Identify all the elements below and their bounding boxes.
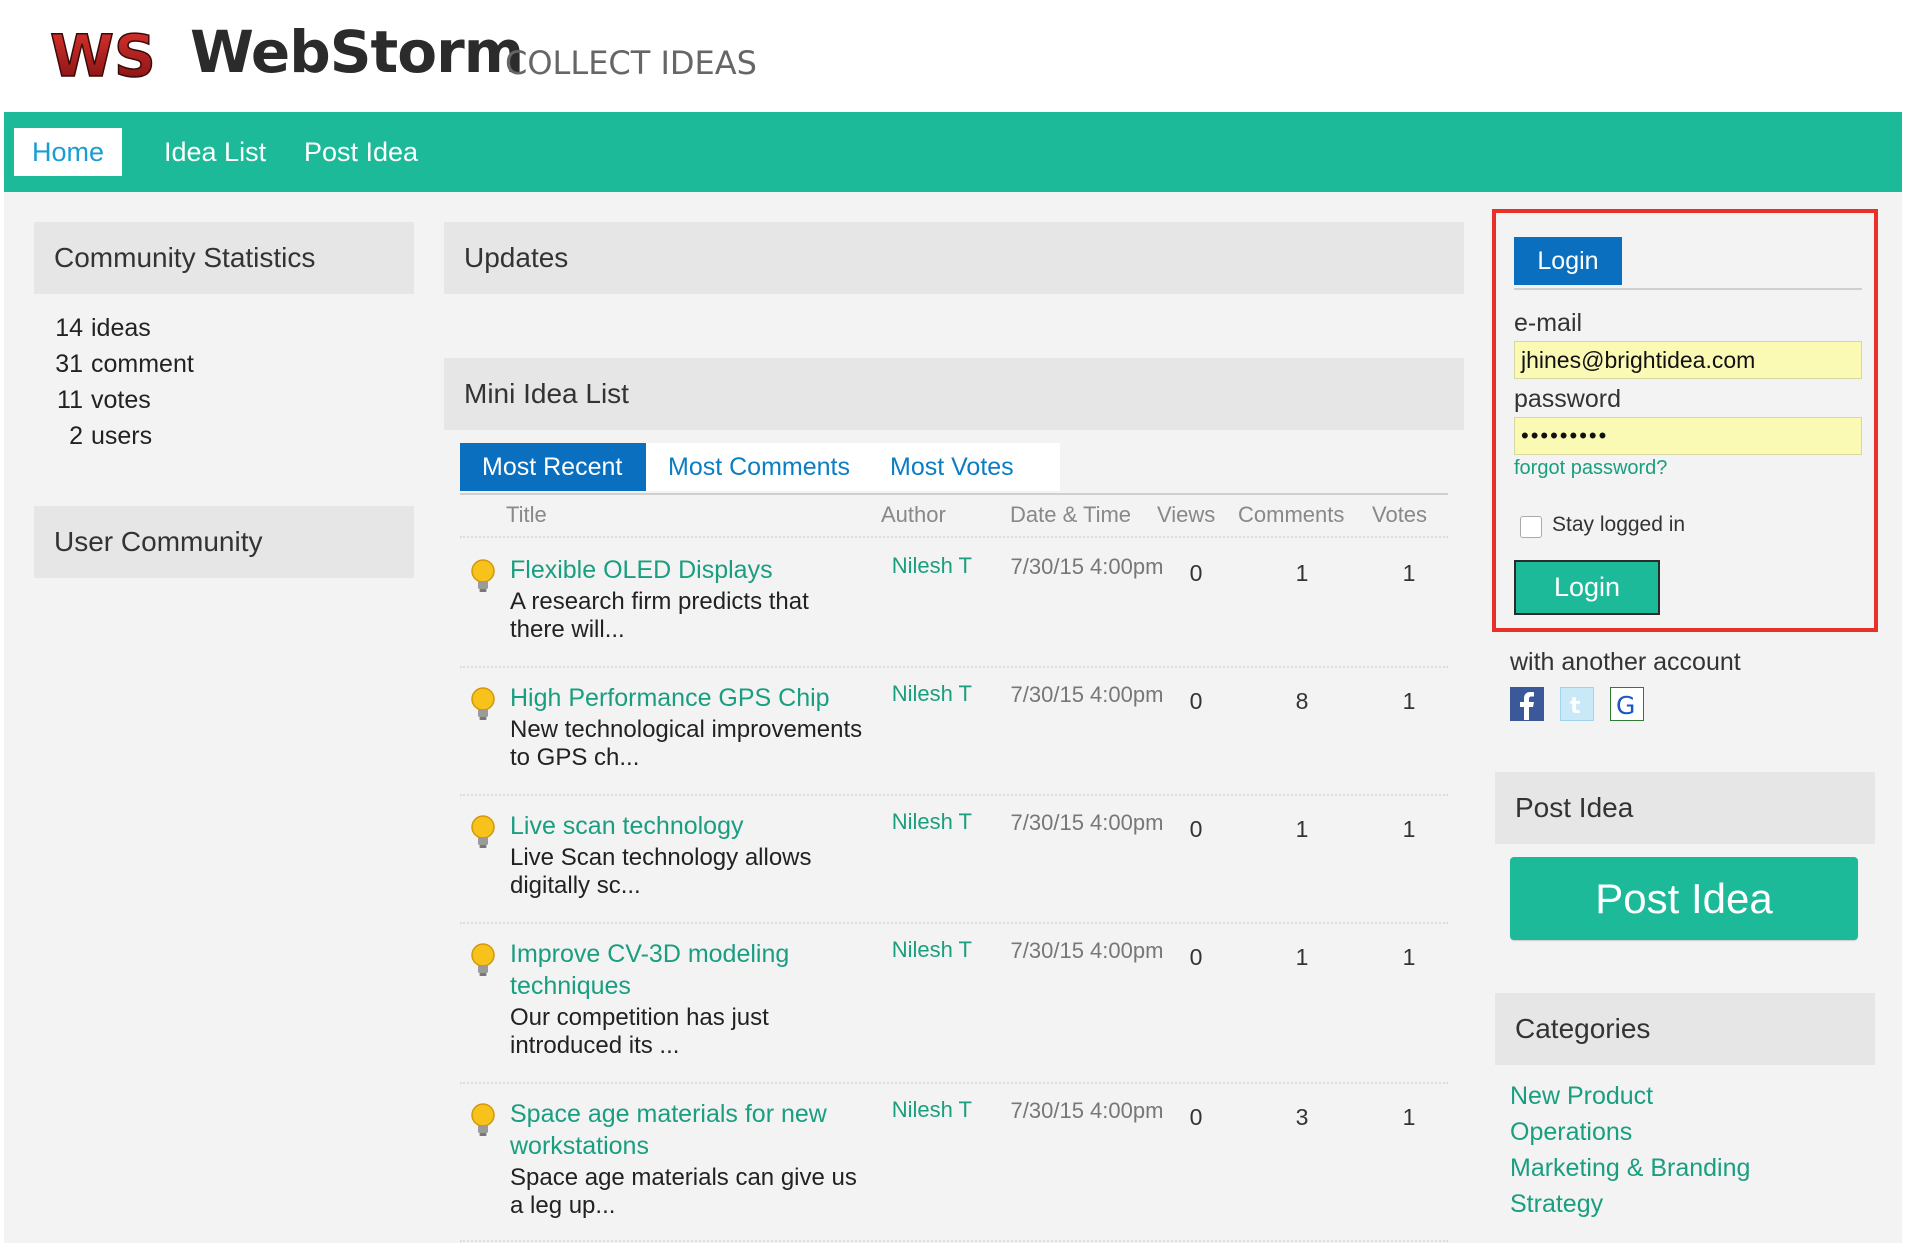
stay-logged-in-checkbox[interactable] xyxy=(1520,516,1542,538)
login-tab[interactable]: Login xyxy=(1514,237,1622,285)
nav-home[interactable]: Home xyxy=(14,128,123,176)
tab-most-votes[interactable]: Most Votes xyxy=(868,443,1060,491)
mini-idea-list-header: Mini Idea List xyxy=(444,358,1464,430)
col-author: Author xyxy=(881,502,946,527)
col-views: Views xyxy=(1157,502,1216,527)
forgot-password-link[interactable]: forgot password? xyxy=(1514,457,1667,480)
table-row: High Performance GPS Chip New technologi… xyxy=(460,668,1448,796)
idea-votes: 1 xyxy=(1402,688,1416,714)
table-row: Improve CV-3D modeling techniques Our co… xyxy=(460,924,1448,1084)
community-stats-list: 14 ideas 31 comment 11 votes 2 users xyxy=(53,310,194,454)
idea-comments: 1 xyxy=(1295,944,1309,970)
idea-comments: 8 xyxy=(1295,688,1309,714)
twitter-icon[interactable]: t xyxy=(1560,687,1594,721)
stat-comments: 31 comment xyxy=(55,350,194,378)
logo-tagline: COLLECT IDEAS xyxy=(505,44,757,82)
author-link[interactable]: Nilesh T xyxy=(880,1098,972,1122)
author-link[interactable]: Nilesh T xyxy=(880,554,972,578)
tab-most-recent[interactable]: Most Recent xyxy=(460,443,646,491)
idea-description: New technological improvements to GPS ch… xyxy=(510,716,863,771)
idea-views: 0 xyxy=(1189,560,1203,586)
idea-views: 0 xyxy=(1189,816,1203,842)
col-comments: Comments xyxy=(1238,502,1345,527)
category-link[interactable]: Marketing & Branding xyxy=(1510,1154,1750,1183)
table-row: Live scan technology Live Scan technolog… xyxy=(460,796,1448,924)
author-link[interactable]: Nilesh T xyxy=(880,682,972,706)
community-statistics-header: Community Statistics xyxy=(34,222,414,294)
tabs-divider xyxy=(460,493,1448,495)
ws-logo-icon: WS xyxy=(49,26,156,86)
password-field[interactable]: ••••••••• xyxy=(1514,417,1862,455)
idea-date: 7/30/15 4:00pm xyxy=(1010,1098,1164,1123)
idea-title-link[interactable]: Flexible OLED Displays xyxy=(510,554,850,586)
svg-text:WS: WS xyxy=(50,26,156,86)
lightbulb-icon xyxy=(471,943,495,976)
idea-views: 0 xyxy=(1189,944,1203,970)
stat-users: 2 users xyxy=(69,422,153,450)
idea-votes: 1 xyxy=(1402,816,1416,842)
lightbulb-icon xyxy=(471,1103,495,1136)
stat-ideas: 14 ideas xyxy=(55,314,151,342)
main-nav: Home Idea List Post Idea xyxy=(4,112,1902,192)
facebook-icon[interactable] xyxy=(1510,687,1544,721)
idea-description: Our competition has just introduced its … xyxy=(510,1004,769,1059)
idea-title-link[interactable]: Live scan technology xyxy=(510,810,850,842)
email-label: e-mail xyxy=(1514,309,1583,337)
idea-title-link[interactable]: Space age materials for new workstations xyxy=(510,1098,850,1162)
col-title: Title xyxy=(506,502,547,527)
logo-wordmark: WebStorm xyxy=(190,18,524,86)
idea-date: 7/30/15 4:00pm xyxy=(1010,682,1164,707)
idea-date: 7/30/15 4:00pm xyxy=(1010,810,1164,835)
user-community-header: User Community xyxy=(34,506,414,578)
svg-text:t: t xyxy=(1570,694,1581,719)
table-header-divider xyxy=(460,536,1448,538)
google-icon[interactable]: G xyxy=(1610,687,1644,721)
svg-text:G: G xyxy=(1616,691,1635,720)
email-field[interactable]: jhines@brightidea.com xyxy=(1514,341,1862,379)
idea-comments: 3 xyxy=(1295,1104,1309,1130)
header: WS WebStorm COLLECT IDEAS xyxy=(0,0,1906,112)
idea-votes: 1 xyxy=(1402,944,1416,970)
nav-post-idea[interactable]: Post Idea xyxy=(286,128,436,176)
post-idea-header: Post Idea xyxy=(1495,772,1875,844)
category-link[interactable]: Strategy xyxy=(1510,1190,1603,1219)
idea-date: 7/30/15 4:00pm xyxy=(1010,938,1164,963)
categories-header: Categories xyxy=(1495,993,1875,1065)
lightbulb-icon xyxy=(471,815,495,848)
idea-comments: 1 xyxy=(1295,816,1309,842)
idea-title-link[interactable]: Improve CV-3D modeling techniques xyxy=(510,938,850,1002)
idea-title-link[interactable]: High Performance GPS Chip xyxy=(510,682,850,714)
tab-most-comments[interactable]: Most Comments xyxy=(646,443,868,491)
login-button[interactable]: Login xyxy=(1514,560,1660,615)
idea-votes: 1 xyxy=(1402,1104,1416,1130)
idea-description: Live Scan technology allows digitally sc… xyxy=(510,844,812,899)
idea-description: Space age materials can give us a leg up… xyxy=(510,1164,857,1219)
post-idea-button[interactable]: Post Idea xyxy=(1510,857,1858,940)
col-votes: Votes xyxy=(1372,502,1428,527)
idea-comments: 1 xyxy=(1295,560,1309,586)
category-link[interactable]: Operations xyxy=(1510,1118,1632,1147)
stay-logged-in-label: Stay logged in xyxy=(1552,513,1686,536)
updates-header: Updates xyxy=(444,222,1464,294)
nav-idea-list[interactable]: Idea List xyxy=(146,128,284,176)
table-row: Flexible OLED Displays A research firm p… xyxy=(460,540,1448,668)
login-panel: Login e-mail jhines@brightidea.com passw… xyxy=(1492,209,1878,632)
password-label: password xyxy=(1514,385,1621,413)
login-divider xyxy=(1514,288,1862,290)
alt-login-label: with another account xyxy=(1510,648,1741,676)
table-row: Space age materials for new workstations… xyxy=(460,1084,1448,1242)
idea-date: 7/30/15 4:00pm xyxy=(1010,554,1164,579)
author-link[interactable]: Nilesh T xyxy=(880,938,972,962)
col-date: Date & Time xyxy=(1010,502,1132,527)
idea-votes: 1 xyxy=(1402,560,1416,586)
lightbulb-icon xyxy=(471,687,495,720)
author-link[interactable]: Nilesh T xyxy=(880,810,972,834)
stat-votes: 11 votes xyxy=(57,386,151,414)
idea-views: 0 xyxy=(1189,1104,1203,1130)
idea-description: A research firm predicts that there will… xyxy=(510,588,809,643)
lightbulb-icon xyxy=(471,559,495,592)
idea-views: 0 xyxy=(1189,688,1203,714)
category-link[interactable]: New Product xyxy=(1510,1082,1653,1111)
